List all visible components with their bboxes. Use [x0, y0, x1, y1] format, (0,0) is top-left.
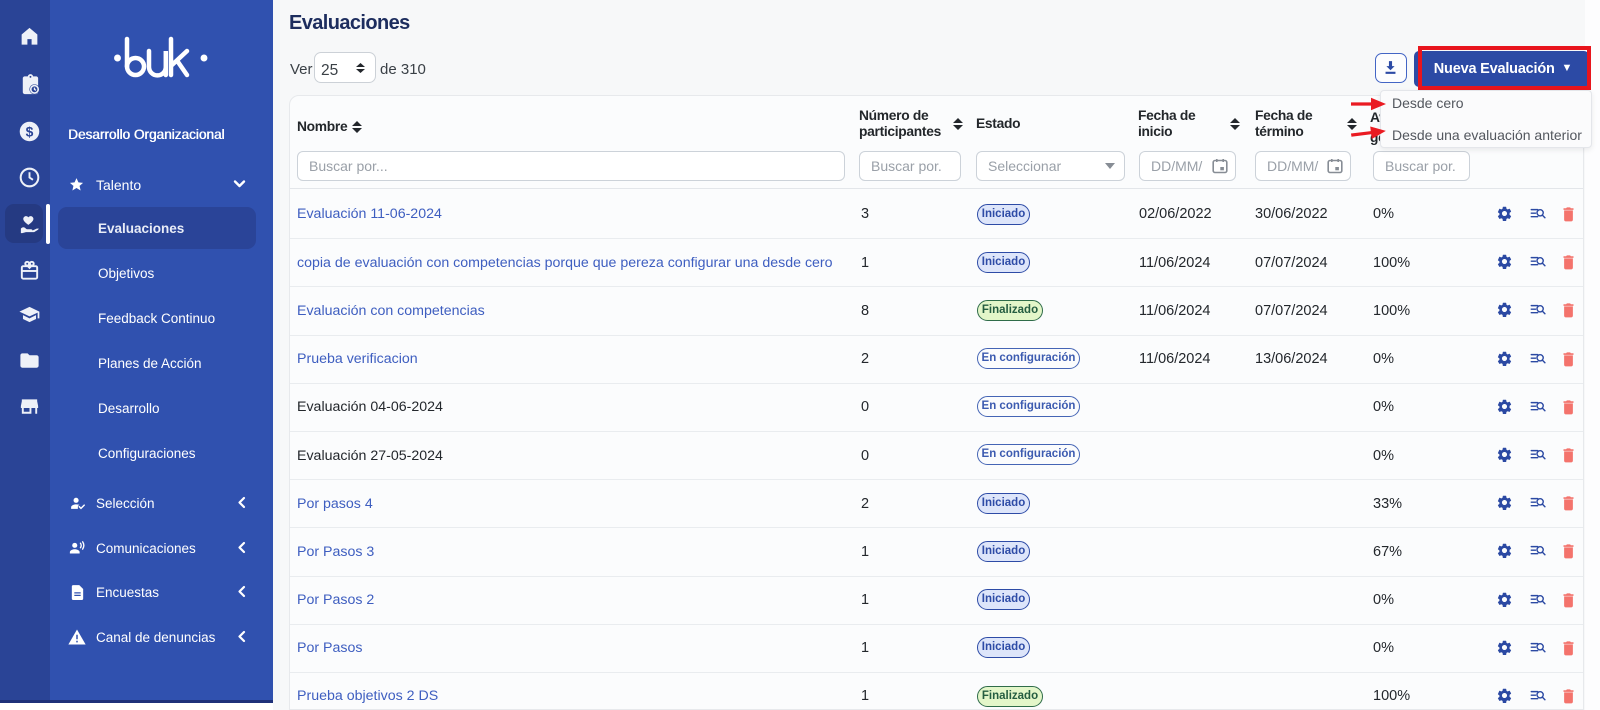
svg-text:$: $ [26, 123, 34, 139]
